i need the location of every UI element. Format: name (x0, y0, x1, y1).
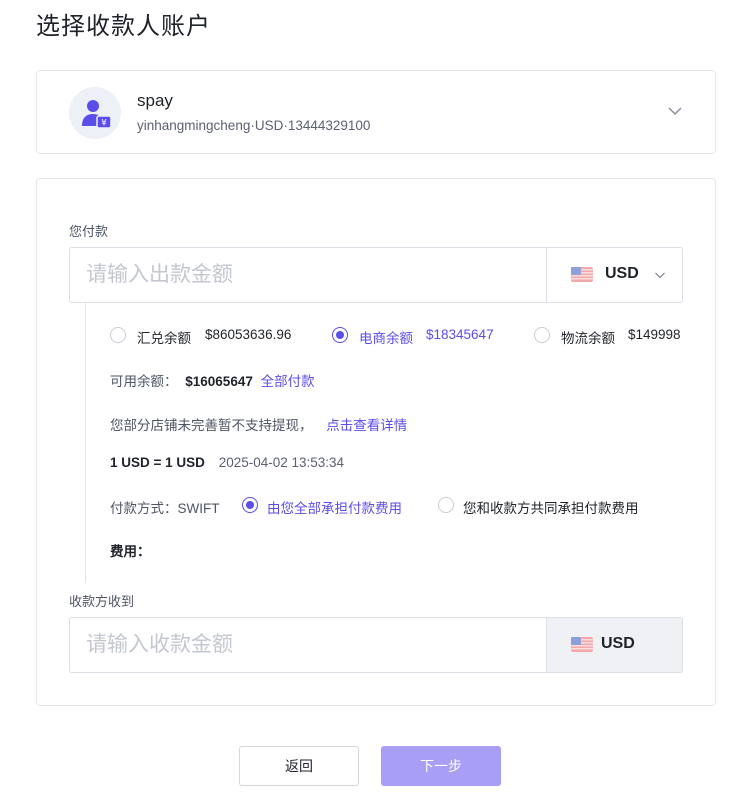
fee-option-label: 由您全部承担付款费用 (267, 501, 402, 516)
us-flag-icon (571, 267, 593, 282)
balance-radio-logistics[interactable] (534, 327, 550, 343)
balance-value: $149998 (628, 327, 681, 342)
pay-amount-box: USD (69, 247, 683, 303)
pay-all-link[interactable]: 全部付款 (261, 374, 315, 389)
receive-amount-box: USD (69, 617, 683, 673)
payment-details-panel: 汇兑余额 $86053636.96 电商余额 $18345647 物流余额 $1… (85, 303, 685, 583)
fee-radio-sender[interactable] (242, 497, 258, 513)
balance-label: 汇兑余额 (137, 331, 191, 346)
balance-value: $86053636.96 (205, 327, 292, 342)
receive-currency-code: USD (601, 635, 635, 652)
balance-label: 物流余额 (561, 331, 615, 346)
us-flag-icon (571, 637, 593, 652)
payee-name: spay (137, 91, 173, 110)
next-button[interactable]: 下一步 (381, 746, 501, 786)
balance-radio-ecommerce[interactable] (332, 327, 348, 343)
rate-timestamp: 2025-04-02 13:53:34 (218, 455, 345, 470)
exchange-rate-row: 1 USD = 1 USD 2025-04-02 13:53:34 (110, 455, 344, 470)
pay-currency-code: USD (605, 265, 639, 282)
user-money-icon: ¥ (69, 87, 121, 139)
chevron-down-icon (655, 272, 665, 279)
payment-method-label: 付款方式：SWIFT (110, 501, 220, 516)
exchange-rate: 1 USD = 1 USD (110, 455, 205, 470)
fee-option-label: 您和收款方共同承担付款费用 (463, 501, 639, 516)
payee-account-detail: yinhangmingcheng·USD·13444329100 (137, 118, 371, 133)
receive-amount-input[interactable] (70, 618, 546, 672)
pay-amount-input[interactable] (70, 248, 546, 302)
available-balance-label: 可用余额： (110, 374, 178, 389)
chevron-down-icon[interactable] (667, 103, 683, 119)
svg-text:¥: ¥ (101, 119, 107, 129)
payee-account-select[interactable]: ¥ spay yinhangmingcheng·USD·13444329100 (36, 70, 716, 154)
view-details-link[interactable]: 点击查看详情 (326, 418, 407, 433)
balance-value: $18345647 (426, 327, 494, 342)
receive-amount-label: 收款方收到 (69, 594, 135, 609)
store-notice-row: 您部分店铺未完善暂不支持提现， 点击查看详情 (110, 414, 407, 434)
pay-currency-select[interactable]: USD (546, 248, 682, 302)
fee-label: 费用： (110, 544, 151, 559)
balance-radio-exchange[interactable] (110, 327, 126, 343)
fee-radio-shared[interactable] (438, 497, 454, 513)
back-button[interactable]: 返回 (239, 746, 359, 786)
page-title: 选择收款人账户 (36, 13, 211, 40)
store-notice-text: 您部分店铺未完善暂不支持提现， (110, 418, 313, 433)
balance-label: 电商余额 (359, 331, 413, 346)
pay-amount-label: 您付款 (69, 224, 109, 239)
transfer-form: 您付款 USD 汇兑余额 $86053636.96 电商余额 $18 (36, 178, 716, 706)
available-balance-row: 可用余额： $16065647 全部付款 (110, 370, 315, 390)
receive-currency-display: USD (546, 618, 682, 672)
available-balance-value: $16065647 (185, 374, 253, 389)
